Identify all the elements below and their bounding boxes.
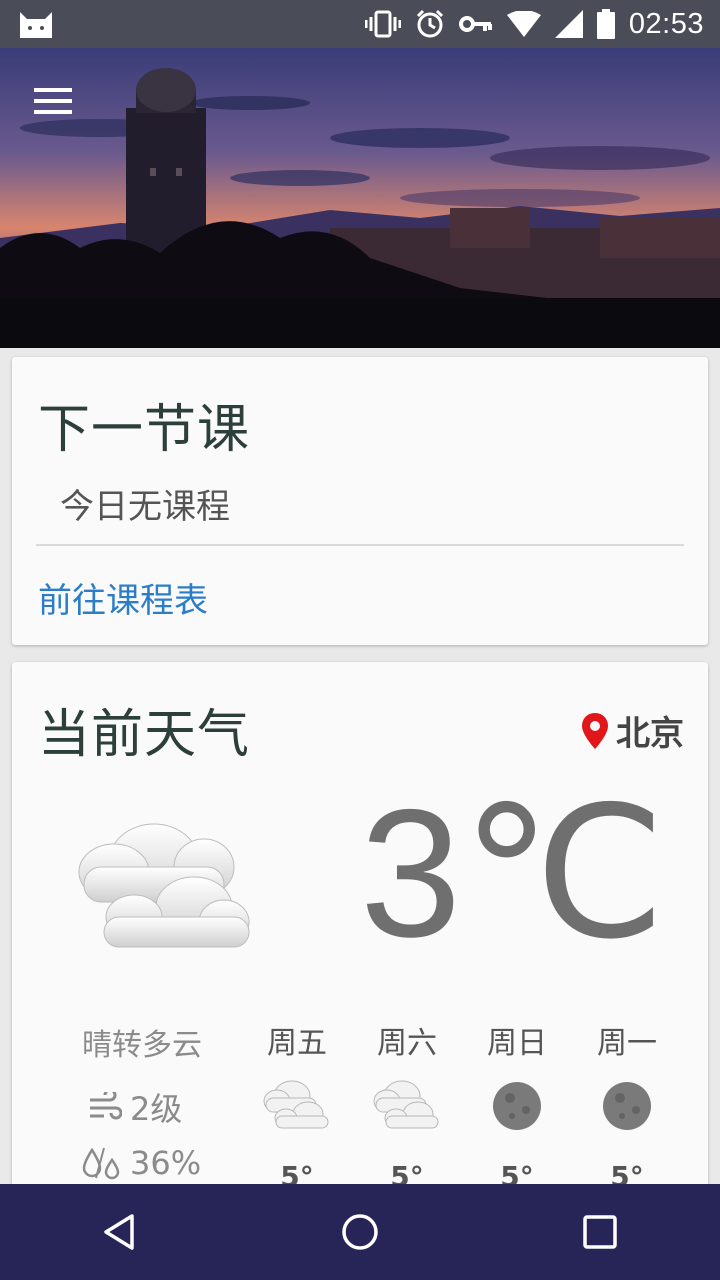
forecast-day-label: 周六 — [377, 1026, 437, 1061]
clock-time: 02:53 — [628, 7, 704, 40]
forecast-day-label: 周一 — [597, 1026, 657, 1061]
cloudy-icon — [373, 1080, 439, 1129]
wifi-icon — [506, 11, 541, 37]
vpn-key-icon — [458, 16, 492, 32]
next-class-title: 下一节课 — [38, 400, 251, 460]
forecast-day-label: 周五 — [267, 1026, 327, 1061]
go-to-timetable-link[interactable]: 前往课程表 — [38, 573, 208, 622]
header-image — [0, 48, 720, 348]
wind-level: 2级 — [130, 1090, 183, 1128]
forecast-day: 周一 5° — [582, 1018, 672, 1193]
forecast-day: 周五 5° — [252, 1018, 342, 1193]
weather-condition: 晴转多云 — [82, 1028, 202, 1063]
signal-icon — [554, 10, 583, 38]
weather-title: 当前天气 — [38, 705, 251, 765]
divider — [36, 544, 684, 546]
vibrate-icon — [364, 10, 401, 38]
alarm-icon — [416, 9, 443, 38]
forecast-day: 周六 5° — [362, 1018, 452, 1193]
humidity-icon — [82, 1147, 120, 1180]
forecast-day: 周日 5° — [472, 1018, 562, 1193]
moon-icon — [603, 1082, 651, 1130]
navigation-bar — [0, 1184, 720, 1280]
forecast-day-label: 周日 — [487, 1026, 547, 1061]
current-temperature: 3℃ — [360, 771, 666, 975]
partly-cloudy-icon — [78, 823, 250, 948]
location-selector[interactable]: 北京 — [582, 706, 684, 755]
back-button[interactable] — [80, 1192, 160, 1272]
menu-icon — [34, 88, 72, 92]
recent-apps-button[interactable] — [560, 1192, 640, 1272]
status-bar: 02:53 — [0, 0, 720, 48]
weather-card: 当前天气 北京 3℃ 晴转多云 2级 36% 周五 5° 周六 5° 周日 5°… — [12, 662, 708, 1222]
moon-icon — [493, 1082, 541, 1130]
campus-sunset-image — [0, 48, 720, 348]
location-pin-icon — [582, 712, 608, 749]
home-icon — [342, 1214, 378, 1250]
next-class-card: 下一节课 今日无课程 前往课程表 — [12, 357, 708, 645]
wind-icon — [90, 1092, 122, 1120]
battery-icon — [596, 9, 615, 39]
cat-app-icon — [20, 12, 52, 38]
location-name: 北京 — [616, 714, 684, 754]
no-class-text: 今日无课程 — [60, 487, 230, 527]
back-icon — [104, 1214, 134, 1250]
wind-info: 2级 — [88, 1084, 182, 1130]
home-button[interactable] — [320, 1192, 400, 1272]
cloudy-icon — [263, 1080, 329, 1129]
humidity-value: 36% — [130, 1144, 202, 1182]
humidity-info: 36% — [82, 1144, 201, 1182]
menu-button[interactable] — [34, 88, 78, 120]
recent-apps-icon — [583, 1215, 617, 1249]
